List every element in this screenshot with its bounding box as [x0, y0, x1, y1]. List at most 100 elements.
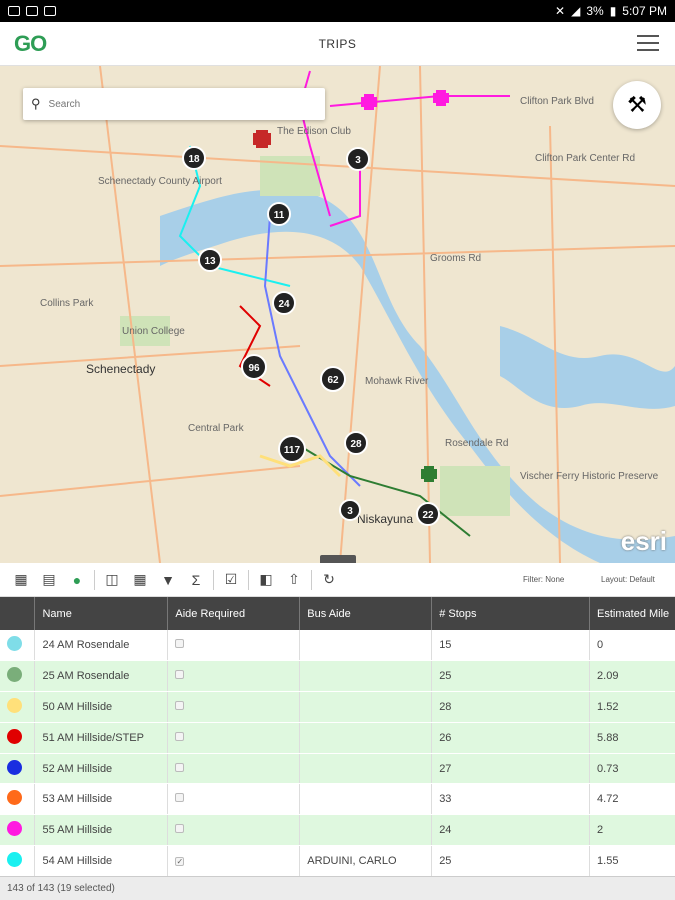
- aide-required-checkbox[interactable]: [175, 793, 185, 803]
- aide-required-checkbox[interactable]: [175, 670, 185, 680]
- row-name: 54 AM Hillside: [34, 845, 169, 877]
- table-row[interactable]: 52 AM Hillside 27 0.73: [0, 753, 675, 785]
- column-header-color[interactable]: [0, 597, 36, 630]
- cluster-marker[interactable]: 28: [344, 431, 368, 455]
- row-bus-aide: [299, 722, 433, 754]
- cluster-marker[interactable]: 62: [320, 366, 346, 392]
- map-label-airport: Schenectady County Airport: [98, 176, 222, 187]
- row-color-dot: [0, 722, 36, 754]
- aide-required-checkbox[interactable]: ✓: [175, 856, 185, 866]
- row-stops: 25: [431, 660, 591, 693]
- aide-required-checkbox[interactable]: [175, 762, 185, 772]
- filter-status[interactable]: Filter: None: [523, 575, 564, 584]
- search-icon[interactable]: ⚲: [31, 96, 41, 112]
- table-row[interactable]: 54 AM Hillside ✓ ARDUINI, CARLO 25 1.55: [0, 845, 675, 877]
- row-bus-aide: [299, 660, 433, 693]
- cluster-count: 22: [422, 510, 434, 521]
- column-header-aide-required[interactable]: Aide Required: [167, 597, 301, 630]
- row-miles: 4.72: [589, 783, 675, 816]
- trips-table: Name Aide Required Bus Aide # Stops Esti…: [0, 597, 675, 877]
- row-stops: 26: [431, 722, 591, 754]
- row-color-dot: [0, 814, 36, 847]
- app-bar: GO TRIPS: [0, 22, 675, 66]
- row-color-dot: [0, 630, 36, 662]
- row-miles: 0.73: [589, 753, 675, 785]
- map-label-central-park: Central Park: [188, 423, 245, 434]
- search-box[interactable]: ⚲: [23, 88, 325, 120]
- map-label-mohawk-river: Mohawk River: [365, 376, 429, 387]
- sum-icon[interactable]: Σ: [185, 569, 207, 591]
- globe-icon[interactable]: ●: [66, 569, 88, 591]
- table-header-row: Name Aide Required Bus Aide # Stops Esti…: [0, 597, 675, 630]
- cluster-marker[interactable]: 22: [416, 502, 440, 526]
- cluster-marker[interactable]: 13: [198, 248, 222, 272]
- route-color-dot: [7, 790, 22, 806]
- hamburger-menu-icon[interactable]: [637, 35, 659, 51]
- image-notification-icon: [8, 6, 20, 16]
- document-icon[interactable]: ◧: [255, 569, 277, 591]
- map-label-clifton-park-blvd: Clifton Park Blvd: [520, 96, 594, 107]
- cluster-marker[interactable]: 11: [267, 202, 291, 226]
- aide-required-checkbox[interactable]: [175, 731, 185, 741]
- layout-status[interactable]: Layout: Default: [601, 575, 655, 584]
- table-icon[interactable]: ▦: [129, 569, 151, 591]
- aide-required-checkbox[interactable]: [175, 700, 185, 710]
- table-row[interactable]: 50 AM Hillside 28 1.52: [0, 691, 675, 723]
- row-bus-aide: [299, 814, 433, 847]
- aide-required-checkbox[interactable]: [175, 639, 185, 649]
- battery-icon: ▮: [609, 4, 617, 18]
- table-row[interactable]: 24 AM Rosendale 15 0: [0, 630, 675, 662]
- export-icon[interactable]: ⇧: [283, 569, 305, 591]
- row-miles: 2: [589, 814, 675, 847]
- tools-icon[interactable]: ⚒: [613, 81, 661, 129]
- map-resize-handle[interactable]: [320, 555, 356, 563]
- go-logo[interactable]: GO: [14, 31, 47, 57]
- grid-view-icon[interactable]: ▦: [10, 569, 32, 591]
- table-row[interactable]: 55 AM Hillside 24 2: [0, 814, 675, 847]
- row-stops: 25: [431, 845, 591, 877]
- cluster-count: 117: [284, 445, 301, 456]
- select-all-icon[interactable]: ☑: [220, 569, 242, 591]
- table-row[interactable]: 51 AM Hillside/STEP 26 5.88: [0, 722, 675, 754]
- medical-icon: [433, 90, 449, 106]
- cluster-count: 18: [188, 154, 200, 165]
- column-header-miles[interactable]: Estimated Mile: [589, 597, 675, 630]
- page-title: TRIPS: [318, 36, 357, 51]
- row-aide-required: [167, 814, 301, 847]
- map-label-union-college: Union College: [122, 326, 185, 337]
- table-row[interactable]: 53 AM Hillside 33 4.72: [0, 783, 675, 816]
- map-label-clifton-park-center: Clifton Park Center Rd: [535, 153, 635, 164]
- filter-icon[interactable]: ▼: [157, 569, 179, 591]
- map-view[interactable]: Schenectady County Airport The Edison Cl…: [0, 66, 675, 563]
- lake-water: [500, 326, 675, 409]
- mute-icon: ✕: [555, 4, 566, 18]
- search-input[interactable]: [48, 98, 299, 110]
- cluster-count: 13: [204, 256, 216, 267]
- row-stops: 28: [431, 691, 591, 723]
- aide-required-checkbox[interactable]: [175, 824, 185, 834]
- signal-icon: ◢: [571, 4, 581, 18]
- column-header-stops[interactable]: # Stops: [431, 597, 591, 630]
- cluster-count: 28: [350, 439, 362, 450]
- route-color-dot: [7, 821, 22, 837]
- cluster-count: 24: [278, 299, 290, 310]
- row-color-dot: [0, 753, 36, 785]
- cluster-marker[interactable]: 3: [339, 499, 361, 521]
- map-label-grooms-rd: Grooms Rd: [430, 253, 481, 264]
- row-bus-aide: [299, 630, 433, 662]
- cluster-count: 62: [327, 375, 339, 386]
- row-stops: 24: [431, 814, 591, 847]
- cluster-marker[interactable]: 117: [278, 435, 306, 463]
- status-bar: ✕ ◢ 3% ▮ 5:07 PM: [0, 0, 675, 22]
- table-row[interactable]: 25 AM Rosendale 25 2.09: [0, 660, 675, 693]
- columns-icon[interactable]: ◫: [101, 569, 123, 591]
- cluster-marker[interactable]: 24: [272, 291, 296, 315]
- list-view-icon[interactable]: ▤: [38, 569, 60, 591]
- refresh-icon[interactable]: ↻: [318, 569, 340, 591]
- column-header-name[interactable]: Name: [34, 597, 169, 630]
- cluster-marker[interactable]: 3: [346, 147, 370, 171]
- cluster-marker[interactable]: 96: [241, 354, 267, 380]
- cluster-marker[interactable]: 18: [182, 146, 206, 170]
- column-header-bus-aide[interactable]: Bus Aide: [299, 597, 433, 630]
- map-canvas[interactable]: Schenectady County Airport The Edison Cl…: [0, 66, 675, 563]
